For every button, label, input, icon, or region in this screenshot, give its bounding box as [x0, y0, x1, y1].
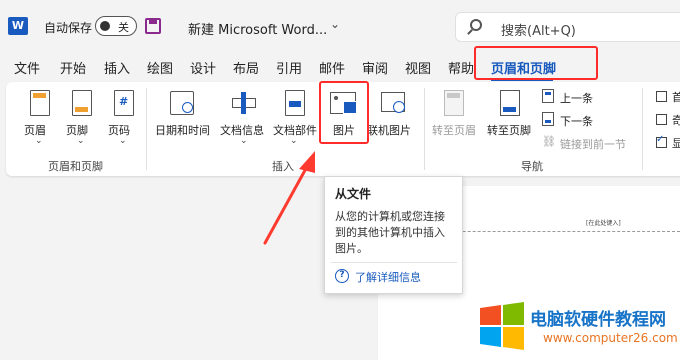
- link-previous-button[interactable]: ⛓ 链接到前一节: [542, 134, 638, 152]
- option-checkbox[interactable]: [656, 114, 667, 125]
- tooltip: 从文件 从您的计算机或您连接到的其他计算机中插入图片。 ? 了解详细信息: [324, 176, 463, 294]
- chevron-down-icon[interactable]: ⌄: [330, 17, 340, 31]
- doc-info-icon: [232, 92, 256, 114]
- option-checkbox-checked[interactable]: ✓: [656, 134, 667, 148]
- group-label-navigation: 导航: [521, 160, 543, 173]
- tab-references[interactable]: 引用: [276, 58, 302, 77]
- goto-footer-label: 转至页脚: [487, 124, 531, 137]
- tab-design[interactable]: 设计: [190, 58, 216, 77]
- save-icon[interactable]: [145, 18, 161, 34]
- search-input[interactable]: 搜索(Alt+Q): [455, 12, 680, 42]
- link-icon: ⛓: [542, 135, 556, 148]
- autosave-state: 关: [118, 21, 129, 34]
- tab-file[interactable]: 文件: [14, 58, 40, 77]
- tab-view[interactable]: 视图: [405, 58, 431, 77]
- watermark-text: 电脑软硬件教程网: [530, 310, 666, 330]
- watermark-logo-icon: [480, 302, 524, 350]
- next-button[interactable]: 下一条: [542, 111, 612, 129]
- tooltip-description: 从您的计算机或您连接到的其他计算机中插入图片。: [335, 210, 445, 255]
- group-label-header-footer: 页眉和页脚: [48, 160, 103, 173]
- option-label: 奇: [672, 114, 680, 127]
- doc-info-button[interactable]: 文档信息 ⌄: [218, 88, 270, 150]
- online-picture-icon: [381, 92, 405, 113]
- tab-review[interactable]: 审阅: [362, 58, 388, 77]
- learn-more-link[interactable]: 了解详细信息: [355, 269, 421, 285]
- online-picture-label: 联机图片: [367, 124, 411, 137]
- goto-header-button[interactable]: 转至页眉: [430, 88, 480, 137]
- doc-parts-button[interactable]: 文档部件 ⌄: [270, 88, 320, 150]
- chevron-down-icon: ⌄: [119, 136, 127, 146]
- arrow-down-icon: [542, 112, 554, 126]
- pointer-arrow: [263, 151, 315, 245]
- tab-draw[interactable]: 绘图: [147, 58, 173, 77]
- next-label: 下一条: [560, 115, 593, 128]
- search-placeholder: 搜索(Alt+Q): [501, 24, 576, 39]
- watermark-url: www.computer26.com: [543, 331, 678, 345]
- autosave-toggle[interactable]: 关: [95, 16, 137, 36]
- header-button[interactable]: 页眉 ⌄: [20, 88, 60, 150]
- goto-header-label: 转至页眉: [432, 124, 476, 137]
- footer-button[interactable]: 页脚 ⌄: [62, 88, 102, 150]
- page-number-icon: #: [114, 90, 134, 116]
- tooltip-divider: [331, 262, 457, 263]
- group-separator: [642, 88, 643, 170]
- header-placeholder[interactable]: [在此处键入]: [586, 218, 621, 227]
- previous-label: 上一条: [560, 92, 593, 105]
- option-checkbox[interactable]: [656, 91, 667, 102]
- goto-footer-button[interactable]: 转至页脚: [484, 88, 536, 137]
- tab-home[interactable]: 开始: [60, 58, 86, 77]
- word-app-icon: W: [8, 17, 28, 35]
- online-picture-button[interactable]: 联机图片: [367, 88, 420, 137]
- header-icon: [30, 90, 50, 116]
- tooltip-title: 从文件: [335, 187, 372, 201]
- previous-button[interactable]: 上一条: [542, 88, 612, 106]
- tab-help[interactable]: 帮助: [448, 58, 474, 77]
- search-icon: [470, 19, 482, 31]
- arrow-up-icon: [542, 89, 554, 103]
- tab-mailings[interactable]: 邮件: [319, 58, 345, 77]
- option-label: 显: [672, 137, 680, 150]
- chevron-down-icon: ⌄: [240, 136, 248, 146]
- help-icon: ?: [335, 269, 349, 283]
- goto-header-icon: [444, 90, 464, 116]
- title-bar: W 自动保存 关 新建 Microsoft Word... ⌄ 搜索(Alt+Q…: [0, 0, 680, 52]
- toggle-knob: [100, 21, 110, 31]
- footer-icon: [72, 90, 92, 116]
- autosave-label: 自动保存: [44, 21, 93, 35]
- chevron-down-icon: ⌄: [35, 136, 43, 146]
- picture-highlight-box: [319, 81, 369, 144]
- chevron-down-icon: ⌄: [77, 136, 85, 146]
- link-previous-label: 链接到前一节: [560, 138, 626, 151]
- date-time-label: 日期和时间: [155, 124, 210, 137]
- date-time-button[interactable]: 日期和时间: [152, 88, 214, 150]
- tab-highlight-box: [474, 46, 598, 80]
- doc-parts-icon: [285, 90, 305, 116]
- goto-footer-icon: [500, 90, 520, 116]
- group-separator: [146, 88, 147, 170]
- document-title[interactable]: 新建 Microsoft Word...: [188, 19, 327, 38]
- option-label: 首: [672, 91, 680, 104]
- tab-insert[interactable]: 插入: [104, 58, 130, 77]
- group-separator: [424, 88, 425, 170]
- calendar-icon: [170, 91, 194, 115]
- page-number-button[interactable]: # 页码 ⌄: [104, 88, 144, 150]
- tab-layout[interactable]: 布局: [233, 58, 259, 77]
